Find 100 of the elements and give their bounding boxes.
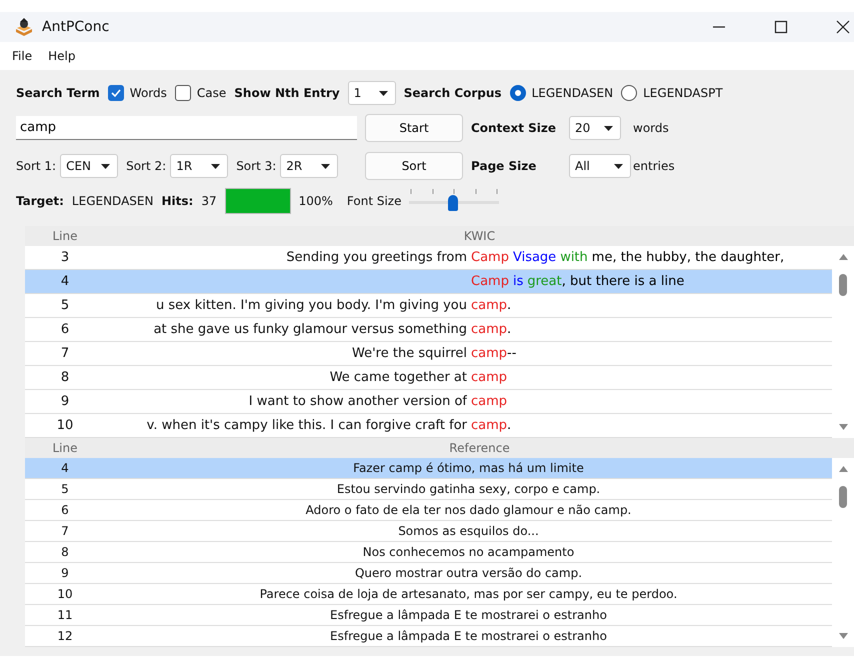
table-row[interactable]: 12 Esfregue a lâmpada E te mostrarei o estranho: [25, 626, 832, 647]
table-row[interactable]: 7 We're the squirrel camp--: [25, 342, 832, 366]
dropdown[interactable]: 2R: [280, 154, 338, 178]
slider-label: Font Size: [346, 194, 402, 208]
reference-text: Adoro o fato de ela ter nos dado glamour e não camp.: [306, 503, 632, 517]
keyword: camp: [471, 298, 508, 313]
table-row[interactable]: 4 Camp is great, but there is a line: [25, 270, 832, 294]
reference-text: Nos conhecemos no acampamento: [362, 545, 574, 559]
unit-label: words: [633, 121, 670, 135]
table-row[interactable]: 6 Adoro o fato de ela ter nos dado glamour e não camp.: [25, 500, 832, 521]
field-label: Target:: [16, 194, 64, 208]
line-number: 5: [60, 298, 70, 313]
keyword: Camp: [471, 274, 509, 289]
checkbox[interactable]: [174, 85, 191, 101]
context-word: Visage: [512, 250, 556, 265]
context-word: great: [527, 274, 562, 289]
dropdown[interactable]: 1R: [170, 154, 228, 178]
sort-button[interactable]: Sort: [365, 152, 463, 180]
reference-text: Estou servindo gatinha sexy, corpo e camp.: [336, 482, 600, 496]
line-number: 6: [60, 503, 70, 517]
target-value: LEGENDASEN: [72, 194, 154, 208]
context-word: is: [512, 274, 524, 289]
left-context: We're the squirrel: [352, 346, 467, 361]
dropdown[interactable]: All: [569, 154, 631, 178]
table-row[interactable]: 8 We came together at camp: [25, 366, 832, 390]
line-number: 4: [60, 274, 70, 289]
scroll-up-icon[interactable]: [838, 254, 848, 260]
keyword: camp: [471, 346, 508, 361]
line-number: 9: [60, 566, 70, 580]
radio-label: LEGENDASEN: [532, 86, 614, 100]
context-word: --: [507, 346, 516, 361]
field-label: Show Nth Entry: [234, 86, 340, 100]
keyword: camp: [471, 322, 508, 337]
scroll-down-icon[interactable]: [838, 633, 848, 639]
dropdown[interactable]: CEN: [60, 154, 118, 178]
unit-label: entries: [633, 159, 676, 173]
caret-icon: [321, 164, 330, 168]
check-icon: [110, 87, 122, 99]
scrollbar-thumb[interactable]: [839, 486, 847, 508]
field-label: Search Term: [16, 86, 100, 100]
table-row[interactable]: 11 Esfregue a lâmpada E te mostrarei o estranho: [25, 605, 832, 626]
font-size-slider[interactable]: [409, 189, 500, 213]
line-number: 8: [60, 545, 70, 559]
column-header[interactable]: KWIC: [105, 229, 854, 243]
field-label: Page Size: [471, 159, 538, 173]
maximize-icon[interactable]: [774, 20, 788, 34]
caret-icon: [604, 126, 613, 130]
reference-text: Esfregue a lâmpada E te mostrarei o estranho: [330, 629, 607, 643]
line-number: 11: [56, 608, 74, 622]
scrollbar-thumb[interactable]: [839, 274, 847, 296]
caret-icon: [101, 164, 110, 168]
table-row[interactable]: 8 Nos conhecemos no acampamento: [25, 542, 832, 563]
sort-label: Sort 3:: [236, 159, 276, 173]
table-row[interactable]: 5 u sex kitten. I'm giving you body. I'm giving you camp.: [25, 294, 832, 318]
start-button[interactable]: Start: [365, 114, 463, 142]
line-number: 8: [60, 370, 70, 385]
column-header[interactable]: Line: [25, 441, 105, 455]
progress-reading: 100%: [298, 194, 333, 208]
field-label: Context Size: [471, 121, 558, 135]
window-title: AntPConc: [42, 19, 110, 35]
hits-value: 37: [201, 194, 217, 208]
scroll-up-icon[interactable]: [838, 466, 848, 472]
line-number: 7: [60, 524, 70, 538]
reference-text: Quero mostrar outra versão do camp.: [354, 566, 582, 580]
context-word: .: [507, 322, 512, 337]
left-context: We came together at: [330, 370, 467, 385]
radio-button[interactable]: [621, 85, 638, 101]
left-context: Sending you greetings from: [286, 250, 467, 265]
dropdown[interactable]: 1: [348, 81, 396, 105]
table-row[interactable]: 4 Fazer camp é ótimo, mas há um limite: [25, 458, 832, 479]
dropdown[interactable]: 20: [569, 116, 621, 140]
line-number: 12: [56, 629, 74, 643]
column-header[interactable]: Reference: [105, 441, 854, 455]
left-context: v. when it's campy like this. I can forgive craft for: [146, 418, 467, 433]
reference-text: Esfregue a lâmpada E te mostrarei o estranho: [330, 608, 607, 622]
table-row[interactable]: 7 Somos as esquilos do...: [25, 521, 832, 542]
table-row[interactable]: 5 Estou servindo gatinha sexy, corpo e camp.: [25, 479, 832, 500]
keyword: Camp: [471, 250, 509, 265]
column-header[interactable]: Line: [25, 229, 105, 243]
close-icon[interactable]: [836, 20, 850, 34]
caret-icon: [211, 164, 220, 168]
checkbox[interactable]: [108, 85, 124, 101]
search-field[interactable]: camp: [16, 116, 357, 140]
table-row[interactable]: 9 I want to show another version of camp: [25, 390, 832, 414]
context-word: with: [560, 250, 588, 265]
table-row[interactable]: 9 Quero mostrar outra versão do camp.: [25, 563, 832, 584]
menu-item[interactable]: Help: [48, 49, 76, 63]
line-number: 4: [60, 461, 70, 475]
table-row[interactable]: 6 at she gave us funky glamour versus something camp.: [25, 318, 832, 342]
sort-label: Sort 1:: [16, 159, 56, 173]
reference-text: Fazer camp é ótimo, mas há um limite: [353, 461, 584, 475]
reference-text: Somos as esquilos do...: [398, 524, 539, 538]
line-number: 6: [60, 322, 70, 337]
scroll-down-icon[interactable]: [838, 424, 848, 430]
slider-thumb[interactable]: [448, 195, 458, 211]
checkbox-label: Case: [196, 86, 226, 100]
table-row[interactable]: 10 Parece coisa de loja de artesanato, mas por ser campy, eu te perdoo.: [25, 584, 832, 605]
menu-item[interactable]: File: [12, 49, 32, 63]
left-context: u sex kitten. I'm giving you body. I'm giving you: [156, 298, 467, 313]
radio-button[interactable]: [510, 85, 526, 101]
